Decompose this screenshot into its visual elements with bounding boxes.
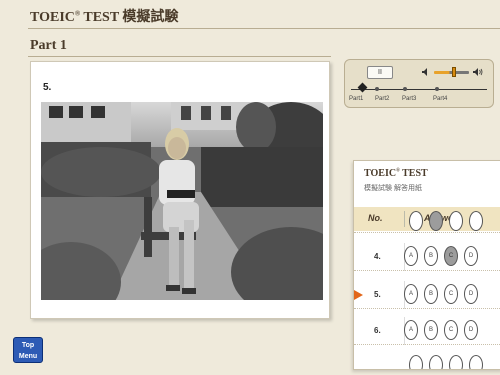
part-label-3[interactable]: Part3 <box>402 96 416 102</box>
answer-bubble-d[interactable]: D <box>464 284 478 304</box>
answer-bubble-a[interactable]: A <box>404 320 418 340</box>
answer-bubble[interactable] <box>469 211 483 231</box>
pause-button[interactable]: II <box>367 66 393 79</box>
part-seek-bar[interactable] <box>351 89 487 90</box>
top-menu-button[interactable]: Top Menu <box>13 337 43 363</box>
top-label: Top <box>21 342 35 349</box>
answer-bubble-d[interactable]: D <box>464 320 478 340</box>
header-divider <box>28 28 500 29</box>
answer-bubble-c[interactable]: C <box>444 284 458 304</box>
answer-bubble[interactable] <box>469 355 483 369</box>
part-label-4[interactable]: Part4 <box>433 96 447 102</box>
answer-sheet: TOEIC® TEST 模擬試験 解答用紙 No. Answer 4. A B … <box>353 160 500 370</box>
seek-position-marker[interactable] <box>357 82 368 93</box>
answer-row-partial <box>354 211 500 233</box>
answer-bubble[interactable] <box>409 355 423 369</box>
column-no: No. <box>368 213 383 223</box>
answer-bubble-b[interactable]: B <box>424 284 438 304</box>
menu-label: Menu <box>18 353 38 360</box>
answer-sheet-subtitle: 模擬試験 解答用紙 <box>364 185 422 192</box>
answer-row: 4. A B C D <box>354 243 500 271</box>
question-number: 5. <box>43 82 52 93</box>
answer-bubble-c[interactable]: C <box>444 320 458 340</box>
question-card: 5. <box>30 61 330 319</box>
speaker-low-icon[interactable] <box>422 68 430 76</box>
answer-bubble[interactable] <box>449 211 463 231</box>
answer-bubble[interactable] <box>429 355 443 369</box>
part-title: Part 1 <box>30 38 67 53</box>
answer-row: 6. A B C D <box>354 317 500 345</box>
part-label-2[interactable]: Part2 <box>375 96 389 102</box>
answer-bubble[interactable] <box>429 211 443 231</box>
answer-row-partial <box>354 349 500 369</box>
answer-bubble-a[interactable]: A <box>404 284 418 304</box>
answer-row-current: 5. A B C D <box>354 281 500 309</box>
audio-player: II Part1 Part2 Part3 Part4 <box>344 59 494 108</box>
answer-bubble-d[interactable]: D <box>464 246 478 266</box>
seek-dot-part2[interactable] <box>375 87 379 91</box>
answer-bubble[interactable] <box>409 211 423 231</box>
seek-dot-part4[interactable] <box>435 87 439 91</box>
answer-bubble[interactable] <box>449 355 463 369</box>
answer-bubble-b[interactable]: B <box>424 246 438 266</box>
page-title: TOEIC® TEST 模擬試験 <box>30 9 179 25</box>
question-photo <box>41 102 323 300</box>
row-number: 6. <box>374 326 381 335</box>
current-question-arrow-icon <box>354 290 363 300</box>
answer-bubble-b[interactable]: B <box>424 320 438 340</box>
row-number: 4. <box>374 252 381 261</box>
answer-sheet-title: TOEIC® TEST <box>364 168 428 179</box>
row-number: 5. <box>374 290 381 299</box>
speaker-high-icon[interactable] <box>473 68 483 76</box>
volume-knob[interactable] <box>452 67 456 77</box>
part-divider <box>28 56 331 57</box>
answer-bubble-a[interactable]: A <box>404 246 418 266</box>
answer-bubble-c[interactable]: C <box>444 246 458 266</box>
seek-dot-part3[interactable] <box>403 87 407 91</box>
part-label-1[interactable]: Part1 <box>349 96 363 102</box>
